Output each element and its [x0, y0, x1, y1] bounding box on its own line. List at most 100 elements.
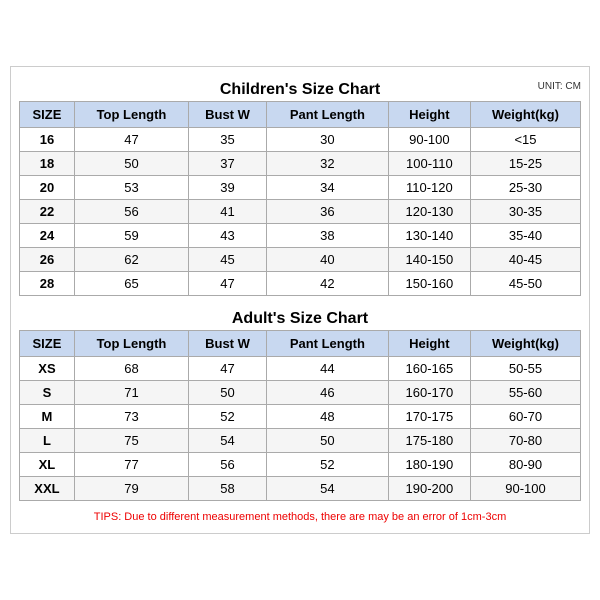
children-table-row: 22564136120-13030-35	[20, 200, 581, 224]
adult-table-cell: 54	[266, 477, 388, 501]
children-table-cell: 56	[74, 200, 188, 224]
adult-table-cell: 47	[189, 357, 267, 381]
children-table-cell: 62	[74, 248, 188, 272]
children-table-cell: 50	[74, 152, 188, 176]
children-table-row: 20533934110-12025-30	[20, 176, 581, 200]
children-table-row: 24594338130-14035-40	[20, 224, 581, 248]
children-table-cell: 30	[266, 128, 388, 152]
children-header-cell: Pant Length	[266, 102, 388, 128]
children-header-cell: Bust W	[189, 102, 267, 128]
adult-table-cell: S	[20, 381, 75, 405]
children-table-cell: 45	[189, 248, 267, 272]
children-table-row: 18503732100-11015-25	[20, 152, 581, 176]
children-table-cell: 41	[189, 200, 267, 224]
adult-section-title: Adult's Size Chart	[19, 304, 581, 330]
children-table-cell: 100-110	[388, 152, 470, 176]
children-table-cell: 34	[266, 176, 388, 200]
children-table-cell: 40	[266, 248, 388, 272]
adult-table-cell: 79	[74, 477, 188, 501]
adult-table-cell: L	[20, 429, 75, 453]
children-table-cell: 90-100	[388, 128, 470, 152]
children-table-cell: 120-130	[388, 200, 470, 224]
adult-table-cell: 52	[189, 405, 267, 429]
adult-table-cell: 175-180	[388, 429, 470, 453]
children-table-cell: 32	[266, 152, 388, 176]
children-header-row: SIZETop LengthBust WPant LengthHeightWei…	[20, 102, 581, 128]
adult-header-cell: Pant Length	[266, 331, 388, 357]
children-table-cell: 35	[189, 128, 267, 152]
children-size-table: SIZETop LengthBust WPant LengthHeightWei…	[19, 101, 581, 296]
children-table-cell: 28	[20, 272, 75, 296]
children-table-cell: 24	[20, 224, 75, 248]
adult-table-row: M735248170-17560-70	[20, 405, 581, 429]
adult-table-cell: 50	[189, 381, 267, 405]
children-table-cell: <15	[470, 128, 580, 152]
children-table-cell: 59	[74, 224, 188, 248]
children-table-cell: 45-50	[470, 272, 580, 296]
adult-table-cell: 77	[74, 453, 188, 477]
adult-table-cell: 180-190	[388, 453, 470, 477]
adult-table-cell: 73	[74, 405, 188, 429]
children-header-cell: SIZE	[20, 102, 75, 128]
adult-table-row: XL775652180-19080-90	[20, 453, 581, 477]
children-table-row: 1647353090-100<15	[20, 128, 581, 152]
adult-size-table: SIZETop LengthBust WPant LengthHeightWei…	[19, 330, 581, 501]
children-title-text: Children's Size Chart	[220, 81, 380, 98]
adult-table-cell: 190-200	[388, 477, 470, 501]
adult-table-row: S715046160-17055-60	[20, 381, 581, 405]
adult-table-cell: 160-170	[388, 381, 470, 405]
adult-table-cell: 60-70	[470, 405, 580, 429]
children-table-cell: 43	[189, 224, 267, 248]
children-header-cell: Height	[388, 102, 470, 128]
children-table-cell: 40-45	[470, 248, 580, 272]
adult-table-cell: M	[20, 405, 75, 429]
children-table-cell: 16	[20, 128, 75, 152]
adult-table-cell: 52	[266, 453, 388, 477]
children-table-row: 28654742150-16045-50	[20, 272, 581, 296]
children-section-title: Children's Size Chart UNIT: CM	[19, 75, 581, 101]
children-table-cell: 30-35	[470, 200, 580, 224]
adult-table-cell: 48	[266, 405, 388, 429]
adult-header-cell: Height	[388, 331, 470, 357]
adult-table-cell: 68	[74, 357, 188, 381]
adult-header-row: SIZETop LengthBust WPant LengthHeightWei…	[20, 331, 581, 357]
adult-table-cell: XXL	[20, 477, 75, 501]
adult-table-cell: 71	[74, 381, 188, 405]
adult-header-cell: Top Length	[74, 331, 188, 357]
children-table-cell: 26	[20, 248, 75, 272]
tips-text: TIPS: Due to different measurement metho…	[19, 509, 581, 525]
children-table-row: 26624540140-15040-45	[20, 248, 581, 272]
children-table-cell: 47	[189, 272, 267, 296]
children-table-cell: 39	[189, 176, 267, 200]
children-table-cell: 36	[266, 200, 388, 224]
adult-table-cell: 55-60	[470, 381, 580, 405]
adult-table-cell: 56	[189, 453, 267, 477]
adult-header-cell: SIZE	[20, 331, 75, 357]
children-table-cell: 37	[189, 152, 267, 176]
children-unit-label: UNIT: CM	[538, 81, 581, 92]
children-table-cell: 65	[74, 272, 188, 296]
size-chart-container: Children's Size Chart UNIT: CM SIZETop L…	[10, 66, 590, 534]
adult-table-cell: 75	[74, 429, 188, 453]
adult-table-cell: 50-55	[470, 357, 580, 381]
children-table-cell: 47	[74, 128, 188, 152]
children-table-cell: 53	[74, 176, 188, 200]
children-table-cell: 15-25	[470, 152, 580, 176]
adult-table-cell: 46	[266, 381, 388, 405]
children-table-cell: 20	[20, 176, 75, 200]
adult-table-row: L755450175-18070-80	[20, 429, 581, 453]
adult-table-cell: XS	[20, 357, 75, 381]
children-header-cell: Weight(kg)	[470, 102, 580, 128]
children-table-cell: 38	[266, 224, 388, 248]
adult-table-cell: 80-90	[470, 453, 580, 477]
adult-table-row: XXL795854190-20090-100	[20, 477, 581, 501]
children-table-cell: 18	[20, 152, 75, 176]
children-table-cell: 25-30	[470, 176, 580, 200]
adult-table-cell: XL	[20, 453, 75, 477]
adult-title-text: Adult's Size Chart	[232, 310, 368, 327]
children-table-cell: 130-140	[388, 224, 470, 248]
children-table-cell: 110-120	[388, 176, 470, 200]
children-table-cell: 42	[266, 272, 388, 296]
adult-table-cell: 54	[189, 429, 267, 453]
adult-table-cell: 90-100	[470, 477, 580, 501]
